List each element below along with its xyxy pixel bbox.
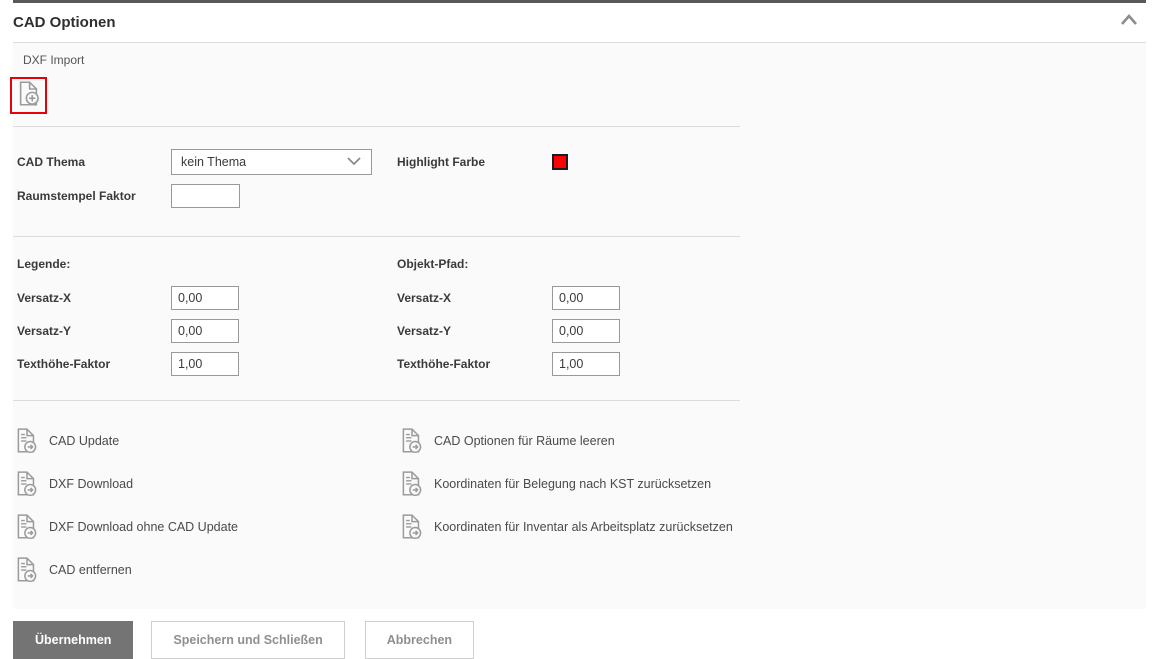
section-divider [13,236,740,237]
cancel-button[interactable]: Abbrechen [364,621,475,659]
objekt-pfad-heading: Objekt-Pfad: [397,257,469,271]
cad-thema-label: CAD Thema [17,155,86,169]
cad-entfernen-button[interactable]: CAD entfernen [14,548,399,591]
action-label: DXF Download [49,476,134,491]
cad-optionen-raeume-leeren-button[interactable]: CAD Optionen für Räume leeren [399,419,1146,462]
cad-thema-select[interactable]: kein Thema [171,149,372,175]
cad-thema-selected-value: kein Thema [181,155,247,169]
koordinaten-inventar-arbeitsplatz-button[interactable]: Koordinaten für Inventar als Arbeitsplat… [399,505,1146,548]
objektpfad-versatz-x-input[interactable] [552,286,620,310]
raumstempel-faktor-label: Raumstempel Faktor [17,189,136,203]
document-action-icon [14,513,40,541]
koordinaten-belegung-kst-button[interactable]: Koordinaten für Belegung nach KST zurück… [399,462,1146,505]
footer-button-bar: Übernehmen Speichern und Schließen Abbre… [0,609,1166,659]
dxf-import-label: DXF Import [23,53,85,67]
section-divider [13,400,740,401]
panel-header: CAD Optionen [13,3,1146,42]
action-label: DXF Download ohne CAD Update [49,519,238,534]
cad-settings-form: CAD Thema kein Thema Highlight Farbe Rau… [17,149,740,208]
action-label: Koordinaten für Belegung nach KST zurück… [434,476,712,491]
raumstempel-faktor-input[interactable] [171,184,240,208]
document-action-icon [399,427,425,455]
document-action-icon [14,470,40,498]
objektpfad-texthoehe-input[interactable] [552,352,620,376]
document-action-icon [399,513,425,541]
actions-right-column: CAD Optionen für Räume leeren Koordinate… [399,419,1146,591]
cad-update-button[interactable]: CAD Update [14,419,399,462]
cad-options-panel: CAD Optionen DXF Import CAD Thema kein T… [10,0,1146,609]
offset-form: Legende: Objekt-Pfad: Versatz-X Versatz-… [17,257,740,376]
objektpfad-versatz-y-label: Versatz-Y [397,324,452,338]
panel-body: DXF Import CAD Thema kein Thema Highligh… [10,43,1146,609]
actions-left-column: CAD Update DXF Download DXF Download ohn… [14,419,399,591]
action-label: CAD Optionen für Räume leeren [434,433,615,448]
legende-texthoehe-input[interactable] [171,352,239,376]
action-label: CAD entfernen [49,562,132,577]
legende-texthoehe-label: Texthöhe-Faktor [17,357,111,371]
document-add-icon [15,80,42,112]
legende-versatz-y-label: Versatz-Y [17,324,72,338]
legende-versatz-y-input[interactable] [171,319,239,343]
collapse-panel-button[interactable] [1114,10,1144,36]
objektpfad-texthoehe-label: Texthöhe-Faktor [397,357,491,371]
dxf-download-ohne-cad-update-button[interactable]: DXF Download ohne CAD Update [14,505,399,548]
legende-versatz-x-label: Versatz-X [17,291,72,305]
save-and-close-button[interactable]: Speichern und Schließen [151,621,345,659]
highlight-color-swatch[interactable] [552,154,568,170]
dxf-download-button[interactable]: DXF Download [14,462,399,505]
legende-versatz-x-input[interactable] [171,286,239,310]
highlight-farbe-label: Highlight Farbe [397,155,485,169]
cad-actions: CAD Update DXF Download DXF Download ohn… [14,419,1146,591]
action-label: Koordinaten für Inventar als Arbeitsplat… [434,519,733,534]
legende-heading: Legende: [17,257,71,271]
chevron-down-icon [346,153,362,171]
dxf-import-upload-button[interactable] [10,77,47,114]
objektpfad-versatz-y-input[interactable] [552,319,620,343]
apply-button[interactable]: Übernehmen [13,621,134,659]
document-action-icon [14,556,40,584]
page-title: CAD Optionen [13,14,116,31]
action-label: CAD Update [49,433,120,448]
section-divider [13,126,740,127]
document-action-icon [399,470,425,498]
objektpfad-versatz-x-label: Versatz-X [397,291,452,305]
chevron-up-icon [1119,13,1139,32]
document-action-icon [14,427,40,455]
